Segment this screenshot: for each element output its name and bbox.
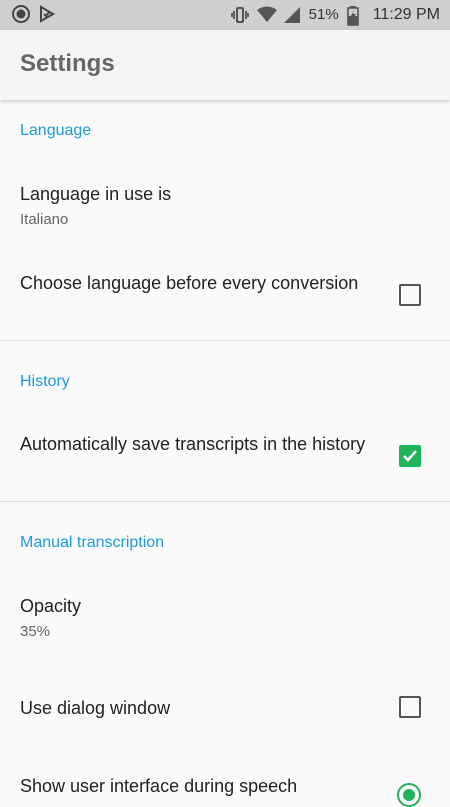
status-left-icons: [12, 5, 56, 23]
pref-title: Automatically save transcripts in the hi…: [20, 434, 366, 454]
section-title-manual-transcription: Manual transcription: [20, 534, 165, 551]
pref-title: Show user interface during speech: [20, 776, 298, 796]
clock: 11:29 PM: [372, 6, 440, 23]
signal-icon: [283, 6, 301, 24]
status-bar: 51% 11:29 PM: [0, 0, 450, 30]
choose-language-checkbox[interactable]: [399, 284, 421, 306]
pref-summary: 35%: [20, 623, 51, 640]
wifi-icon: [256, 6, 277, 24]
pref-title: Use dialog window: [20, 698, 171, 718]
page-title: Settings: [20, 50, 115, 77]
dialog-window-checkbox[interactable]: [399, 696, 421, 718]
pref-title: Opacity: [20, 596, 82, 616]
section-title-history: History: [20, 373, 70, 390]
checkmark-icon: [403, 450, 417, 462]
download-check-icon: [38, 5, 56, 23]
record-circle-icon: [12, 5, 30, 23]
radio-dot: [403, 789, 415, 801]
section-title-language: Language: [20, 122, 92, 139]
show-ui-radio[interactable]: [397, 783, 421, 807]
divider: [0, 340, 450, 341]
pref-title: Choose language before every conversion: [20, 273, 359, 293]
app-bar: Settings: [0, 30, 450, 100]
pref-title: Language in use is: [20, 184, 172, 204]
battery-percent: 51%: [308, 6, 339, 23]
pref-summary: Italiano: [20, 211, 69, 228]
status-right-icons: 51% 11:29 PM: [230, 5, 440, 26]
auto-save-checkbox[interactable]: [399, 445, 421, 467]
divider: [0, 501, 450, 502]
vibrate-icon: [230, 6, 249, 24]
battery-charging-icon: [346, 6, 365, 26]
